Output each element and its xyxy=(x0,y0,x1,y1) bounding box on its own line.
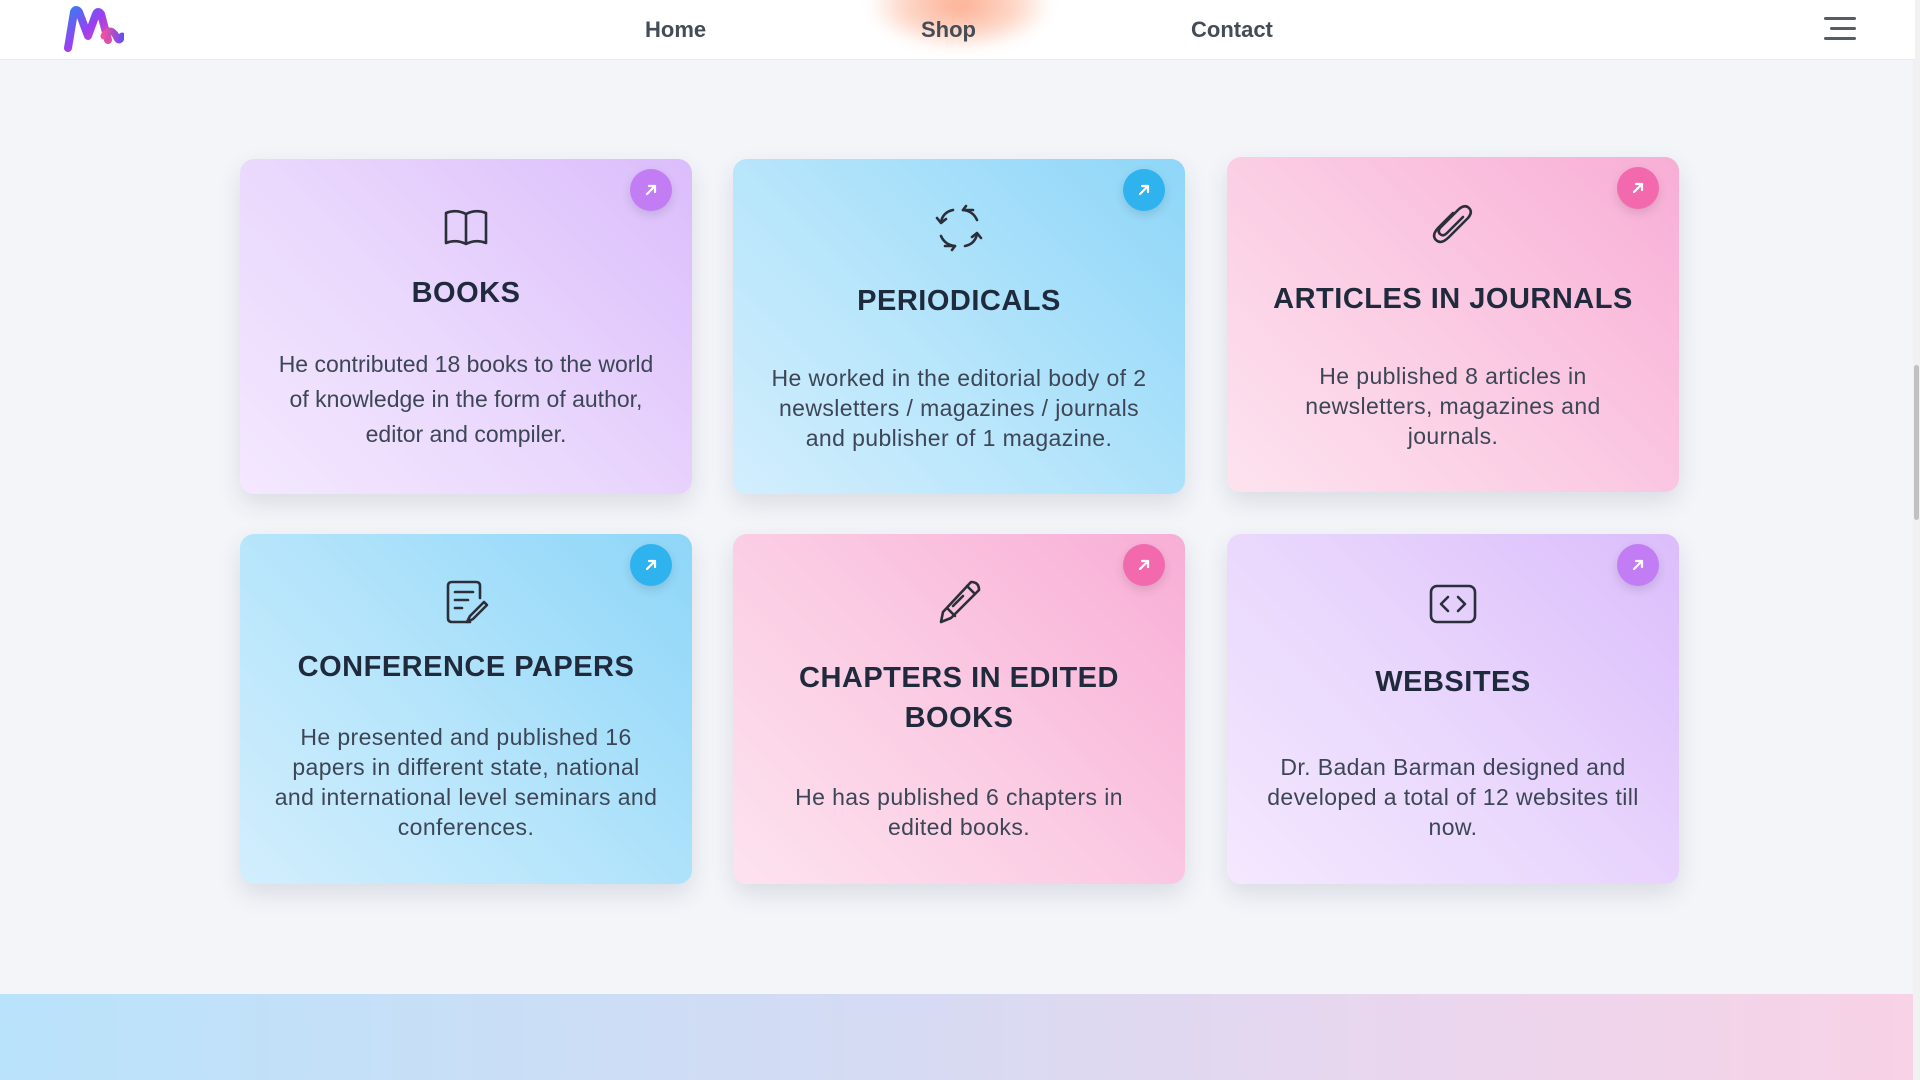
code-icon xyxy=(1427,578,1479,630)
card-conference-papers[interactable]: CONFERENCE PAPERS He presented and publi… xyxy=(240,534,692,884)
card-description: He contributed 18 books to the world of … xyxy=(278,351,654,447)
card-books[interactable]: BOOKS He contributed 18 books to the wor… xyxy=(240,159,692,494)
card-title: BOOKS xyxy=(411,277,521,309)
open-chapters-button[interactable] xyxy=(1123,544,1165,586)
card-description: He has published 6 chapters in edited bo… xyxy=(795,784,1123,840)
arrow-up-right-icon xyxy=(645,559,657,571)
arrow-up-right-icon xyxy=(1138,559,1150,571)
nav-contact[interactable]: Contact xyxy=(1191,17,1273,43)
scrollbar-track[interactable] xyxy=(1913,0,1920,1080)
card-description: Dr. Badan Barman designed and developed … xyxy=(1267,754,1639,840)
arrow-up-right-icon xyxy=(645,184,657,196)
footer-band xyxy=(0,994,1915,1080)
card-websites[interactable]: WEBSITES Dr. Badan Barman designed and d… xyxy=(1227,534,1679,884)
card-description: He presented and published 16 papers in … xyxy=(274,724,658,840)
document-edit-icon xyxy=(440,576,492,628)
hamburger-menu-icon[interactable] xyxy=(1822,14,1856,44)
site-header: Home Shop Contact xyxy=(0,0,1915,60)
card-title: WEBSITES xyxy=(1375,666,1531,698)
refresh-arrows-icon xyxy=(933,202,985,254)
card-title: CHAPTERS IN EDITED BOOKS xyxy=(799,662,1119,734)
main-nav: Home Shop Contact xyxy=(0,0,1915,60)
open-articles-button[interactable] xyxy=(1617,167,1659,209)
scrollbar-thumb[interactable] xyxy=(1914,365,1919,520)
pen-icon xyxy=(933,576,985,628)
open-books-button[interactable] xyxy=(630,169,672,211)
arrow-up-right-icon xyxy=(1632,182,1644,194)
arrow-up-right-icon xyxy=(1632,559,1644,571)
open-conference-papers-button[interactable] xyxy=(630,544,672,586)
card-periodicals[interactable]: PERIODICALS He worked in the editorial b… xyxy=(733,159,1185,494)
open-websites-button[interactable] xyxy=(1617,544,1659,586)
card-title: ARTICLES IN JOURNALS xyxy=(1273,283,1633,315)
arrow-up-right-icon xyxy=(1138,184,1150,196)
card-description: He published 8 articles in newsletters, … xyxy=(1305,363,1601,449)
card-articles-in-journals[interactable]: ARTICLES IN JOURNALS He published 8 arti… xyxy=(1227,157,1679,492)
card-title: CONFERENCE PAPERS xyxy=(297,651,635,683)
card-title: PERIODICALS xyxy=(857,285,1061,317)
book-open-icon xyxy=(440,201,492,253)
nav-shop[interactable]: Shop xyxy=(921,17,976,43)
card-description: He worked in the editorial body of 2 new… xyxy=(771,365,1147,451)
open-periodicals-button[interactable] xyxy=(1123,169,1165,211)
card-chapters-in-edited-books[interactable]: CHAPTERS IN EDITED BOOKS He has publishe… xyxy=(733,534,1185,884)
paperclip-icon xyxy=(1427,199,1479,251)
nav-home[interactable]: Home xyxy=(645,17,706,43)
